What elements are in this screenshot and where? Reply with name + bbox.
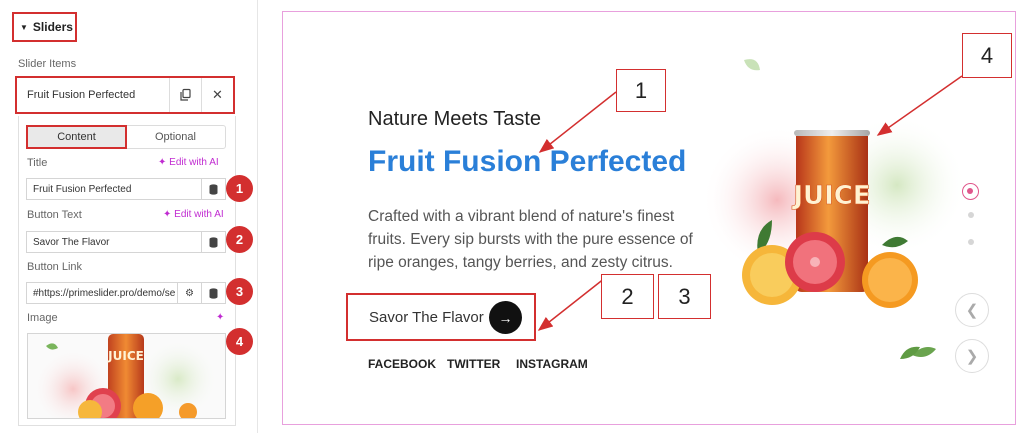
step-badge-3: 3: [226, 278, 253, 305]
copy-icon[interactable]: [169, 78, 201, 112]
slide-title: Fruit Fusion Perfected: [368, 145, 687, 178]
button-link-field-label: Button Link: [27, 261, 83, 273]
button-link-input[interactable]: #https://primeslider.pro/demo/se ⚙: [26, 282, 226, 304]
callout-3: 3: [658, 274, 711, 319]
pagination-dot-3[interactable]: [968, 239, 974, 245]
sparkle-icon: ✦: [163, 209, 175, 220]
section-title: Sliders: [32, 20, 73, 34]
step-badge-2: 2: [226, 226, 253, 253]
social-link-twitter[interactable]: TWITTER: [447, 357, 500, 371]
button-text-input-value[interactable]: Savor The Flavor: [27, 237, 201, 248]
callout-2: 2: [601, 274, 654, 319]
button-text-input[interactable]: Savor The Flavor: [26, 231, 226, 253]
sparkle-icon: ✦: [158, 157, 170, 168]
cta-button-label[interactable]: Savor The Flavor: [369, 309, 484, 326]
slide-description: Crafted with a vibrant blend of nature's…: [368, 208, 693, 271]
pagination-dot-2[interactable]: [968, 212, 974, 218]
title-input[interactable]: Fruit Fusion Perfected: [26, 178, 226, 200]
button-text-edit-with-ai-link[interactable]: ✦ Edit with AI: [163, 209, 224, 220]
ai-link-label: Edit with AI: [169, 157, 219, 168]
chevron-left-icon[interactable]: ❮: [955, 293, 989, 327]
image-field-label: Image: [27, 312, 58, 324]
ai-link-label: Edit with AI: [174, 209, 224, 220]
image-thumbnail[interactable]: JUICE: [27, 333, 226, 419]
callout-4: 4: [962, 33, 1012, 78]
gear-icon[interactable]: ⚙: [177, 283, 201, 303]
database-icon[interactable]: [201, 232, 225, 252]
slide-product-image: JUICE: [702, 59, 967, 357]
close-icon[interactable]: ✕: [201, 78, 233, 112]
title-field-label: Title: [27, 157, 48, 169]
button-text-field-label: Button Text: [27, 209, 82, 221]
svg-text:JUICE: JUICE: [791, 181, 870, 211]
social-link-instagram[interactable]: INSTAGRAM: [516, 357, 588, 371]
svg-text:JUICE: JUICE: [107, 349, 144, 363]
slider-item-title[interactable]: Fruit Fusion Perfected: [17, 89, 169, 101]
callout-1: 1: [616, 69, 666, 112]
caret-down-icon: ▼: [20, 22, 28, 32]
slider-item-header[interactable]: Fruit Fusion Perfected ✕: [15, 76, 235, 114]
sliders-section-toggle[interactable]: ▼ Sliders: [12, 12, 77, 42]
slider-items-label: Slider Items: [18, 58, 77, 70]
chevron-right-icon[interactable]: ❯: [955, 339, 989, 373]
pagination-dot-active[interactable]: [962, 183, 979, 200]
social-link-facebook[interactable]: FACEBOOK: [368, 357, 436, 371]
title-input-value[interactable]: Fruit Fusion Perfected: [27, 184, 201, 195]
step-badge-4: 4: [226, 328, 253, 355]
image-ai-icon[interactable]: ✦: [216, 312, 224, 323]
title-edit-with-ai-link[interactable]: ✦ Edit with AI: [158, 157, 219, 168]
tab-optional[interactable]: Optional: [126, 126, 225, 148]
tab-content[interactable]: Content: [26, 125, 127, 149]
button-link-input-value[interactable]: #https://primeslider.pro/demo/se: [27, 288, 177, 299]
item-tabs: Content Optional: [26, 125, 226, 149]
database-icon[interactable]: [201, 283, 225, 303]
slide-subtitle: Nature Meets Taste: [368, 108, 542, 130]
arrow-right-icon[interactable]: →: [489, 301, 522, 334]
database-icon[interactable]: [201, 179, 225, 199]
step-badge-1: 1: [226, 175, 253, 202]
editor-panel: ▼ Sliders Slider Items Fruit Fusion Perf…: [0, 0, 258, 433]
